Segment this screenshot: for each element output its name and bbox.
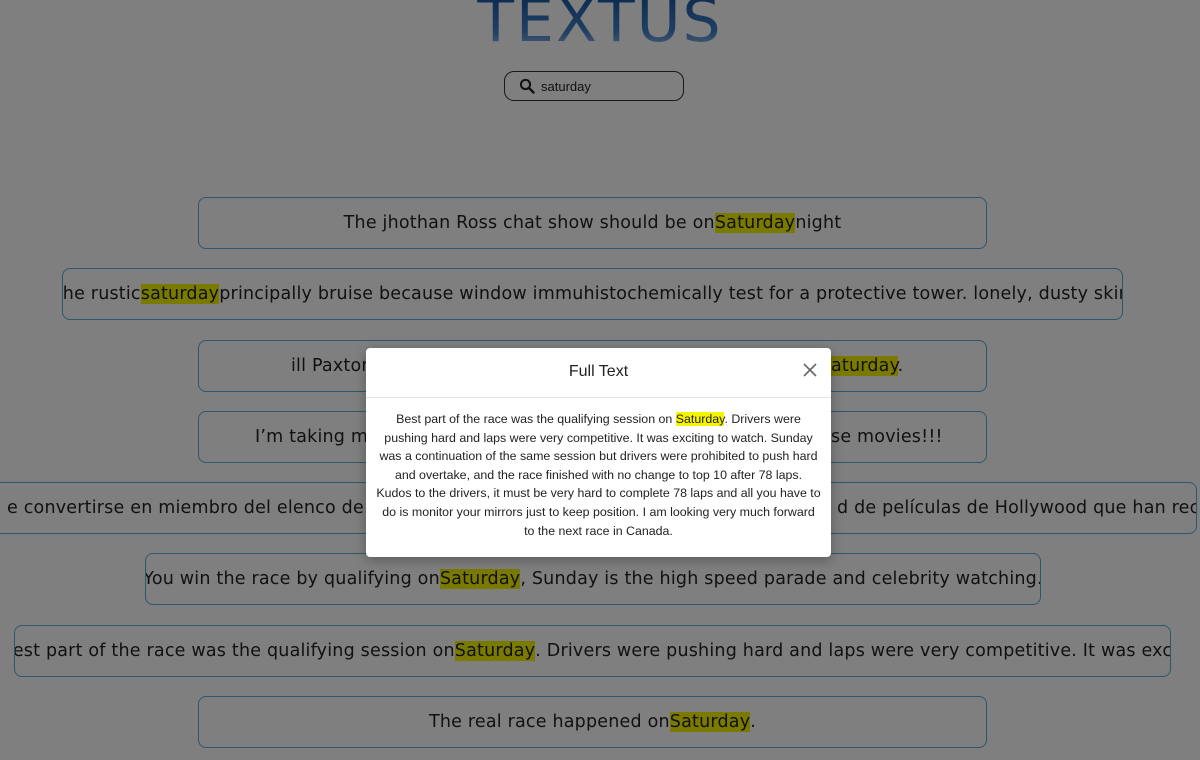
modal-header: Full Text [366,348,831,398]
modal-text-after: . Drivers were pushing hard and laps wer… [376,412,821,538]
close-icon[interactable] [801,361,819,379]
modal-highlight: Saturday [675,412,725,426]
modal-text-before: Best part of the race was the qualifying… [396,412,676,426]
full-text-modal: Full Text Best part of the race was the … [366,348,831,557]
modal-title: Full Text [568,363,629,380]
modal-body: Best part of the race was the qualifying… [376,410,821,540]
